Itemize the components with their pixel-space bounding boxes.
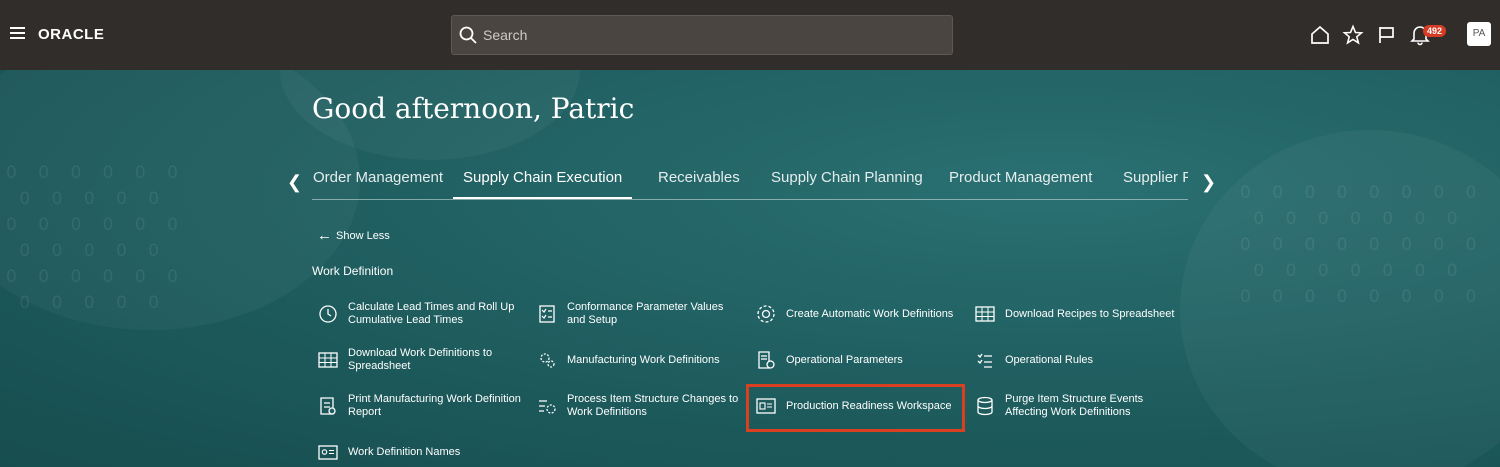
task-conformance-parameter-values[interactable]: Conformance Parameter Values and Setup [536,297,741,331]
task-manufacturing-work-definitions[interactable]: Manufacturing Work Definitions [536,343,741,377]
greeting: Good afternoon, Patric [312,92,635,125]
avatar[interactable]: PA [1467,22,1491,46]
task-operational-rules[interactable]: Operational Rules [974,343,1179,377]
search-box[interactable] [451,15,953,55]
rules-list-icon [977,353,992,368]
search-icon [459,26,477,44]
task-process-item-structure-changes[interactable]: Process Item Structure Changes to Work D… [536,389,741,423]
task-print-work-definition-report[interactable]: Print Manufacturing Work Definition Repo… [317,389,522,423]
spreadsheet-icon [975,306,995,322]
tab-bar: Order Management Supply Chain Execution … [312,160,1188,200]
auto-settings-icon [757,305,775,323]
spreadsheet-icon [318,352,338,368]
chevron-right-icon[interactable]: ❯ [1201,172,1216,193]
clock-history-icon [319,305,337,323]
search-input[interactable] [483,16,943,54]
chevron-left-icon[interactable]: ❮ [287,172,302,193]
tab-order-management[interactable]: Order Management [313,160,443,199]
section-title: Work Definition [312,264,394,278]
task-download-work-definitions[interactable]: Download Work Definitions to Spreadsheet [317,343,522,377]
arrow-left-icon: ← [317,227,332,244]
id-card-icon [318,445,338,460]
gears-icon [540,353,555,368]
task-operational-parameters[interactable]: Operational Parameters [755,343,960,377]
task-purge-item-structure-events[interactable]: Purge Item Structure Events Affecting Wo… [974,389,1179,423]
structure-settings-icon [539,400,556,414]
tab-receivables[interactable]: Receivables [658,160,740,199]
task-download-recipes[interactable]: Download Recipes to Spreadsheet [974,297,1179,331]
menu-icon[interactable] [10,27,25,41]
tab-product-management[interactable]: Product Management [949,160,1092,199]
task-create-automatic-work-definitions[interactable]: Create Automatic Work Definitions [755,297,960,331]
home-icon[interactable] [1309,24,1331,46]
task-work-definition-names[interactable]: Work Definition Names [317,435,522,467]
tab-supply-chain-planning[interactable]: Supply Chain Planning [771,160,923,199]
report-icon [320,397,336,415]
show-less-link[interactable]: ← Show Less [317,227,390,244]
tab-supply-chain-execution[interactable]: Supply Chain Execution [453,160,633,199]
top-bar: ORACLE 492 PA [0,0,1500,70]
document-settings-icon [758,351,775,369]
oracle-logo[interactable]: ORACLE [38,26,104,43]
checklist-icon [539,305,555,323]
tab-supplier-portal[interactable]: Supplier Po [1123,160,1188,199]
database-icon [977,396,993,416]
task-calculate-lead-times[interactable]: Calculate Lead Times and Roll Up Cumulat… [317,297,522,331]
star-icon[interactable] [1342,24,1364,46]
flag-icon[interactable] [1376,24,1398,46]
highlight-box [746,384,965,432]
notification-badge: 492 [1423,25,1447,37]
